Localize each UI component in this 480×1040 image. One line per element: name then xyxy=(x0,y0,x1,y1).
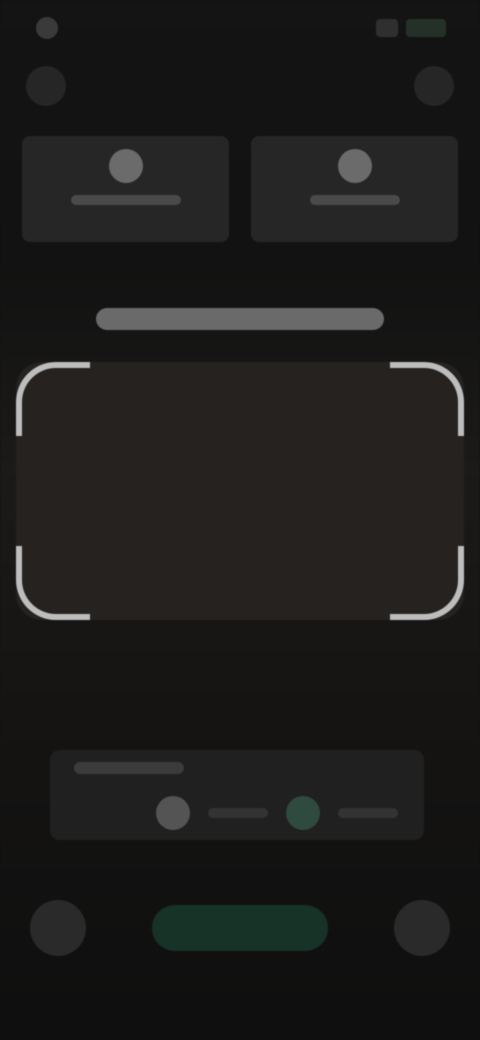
scan-icon xyxy=(108,149,143,183)
scanner-screen xyxy=(0,0,480,1040)
battery-icon xyxy=(406,19,446,37)
option-label-placeholder xyxy=(338,808,398,818)
scan-frame xyxy=(16,362,464,620)
mode-cards xyxy=(22,136,458,242)
frame-corner-bottom-left xyxy=(16,546,90,620)
frame-corner-bottom-right xyxy=(390,546,464,620)
card-label-placeholder xyxy=(70,195,181,205)
frame-corner-top-right xyxy=(390,362,464,436)
more-dot-icon[interactable] xyxy=(414,66,454,106)
gallery-icon[interactable] xyxy=(30,900,86,956)
top-toolbar xyxy=(0,58,480,114)
flash-icon[interactable] xyxy=(394,900,450,956)
person-icon xyxy=(337,149,372,183)
status-right xyxy=(376,19,446,37)
options-row xyxy=(68,796,406,830)
capture-button[interactable] xyxy=(152,905,328,951)
mode-card-scan[interactable] xyxy=(22,136,229,242)
bottom-bar xyxy=(0,880,480,976)
instruction-text xyxy=(96,308,384,330)
frame-corner-top-left xyxy=(16,362,90,436)
options-panel xyxy=(50,750,424,840)
status-bar xyxy=(0,0,480,56)
status-left xyxy=(36,17,68,39)
option-icon[interactable] xyxy=(156,796,190,830)
camera-dot-icon xyxy=(36,17,58,39)
option-label-placeholder xyxy=(208,808,268,818)
card-label-placeholder xyxy=(309,195,400,205)
option-active-icon[interactable] xyxy=(286,796,320,830)
mode-card-person[interactable] xyxy=(251,136,458,242)
instruction-wrap xyxy=(0,308,480,336)
signal-icon xyxy=(376,19,398,37)
options-title xyxy=(74,762,184,774)
menu-dot-icon[interactable] xyxy=(26,66,66,106)
